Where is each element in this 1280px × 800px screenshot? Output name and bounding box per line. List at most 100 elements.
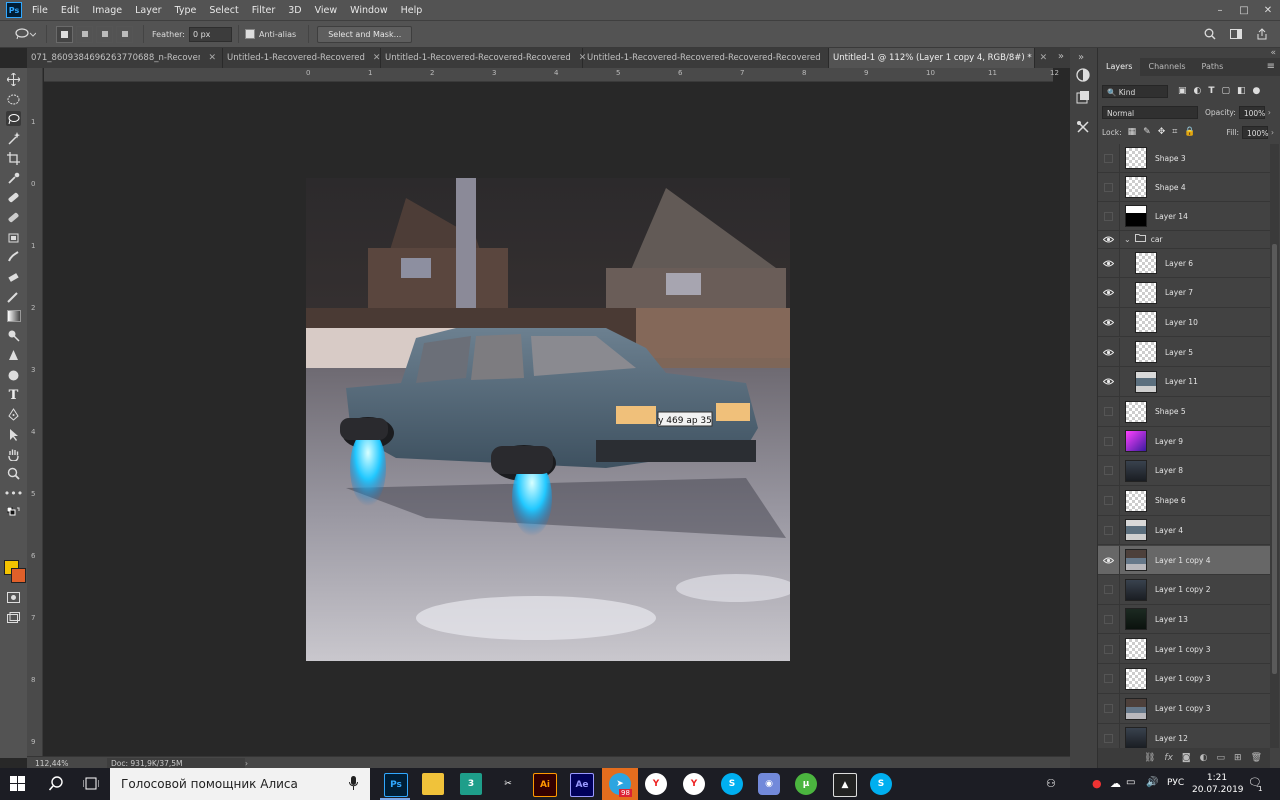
menu-select[interactable]: Select: [209, 5, 238, 16]
panel-collapse-icon[interactable]: «: [1270, 48, 1276, 58]
tab-doc-1[interactable]: 071_8609384696263770688_n-Recovered.jpg ✕: [27, 48, 223, 68]
filter-kind-select[interactable]: 🔍 Kind: [1102, 84, 1168, 98]
tab-paths[interactable]: Paths: [1194, 58, 1232, 76]
pen-tool-icon[interactable]: [6, 407, 21, 422]
taskbar-paint3d-icon[interactable]: ✂: [497, 773, 519, 795]
network-icon[interactable]: ▭: [1126, 777, 1135, 788]
menu-type[interactable]: Type: [175, 5, 197, 16]
menu-image[interactable]: Image: [92, 5, 122, 16]
dock-collapse-icon[interactable]: »: [1078, 52, 1084, 63]
fill-input[interactable]: 100%: [1242, 125, 1268, 139]
more-tools-icon[interactable]: •••: [4, 486, 23, 501]
search-icon[interactable]: [1204, 28, 1216, 40]
visibility-toggle[interactable]: [1098, 201, 1120, 231]
adjustments-icon[interactable]: [1076, 68, 1090, 85]
move-tool-icon[interactable]: [6, 72, 21, 87]
zoom-level[interactable]: 112,44%: [27, 759, 75, 768]
layer-row[interactable]: Layer 10: [1098, 307, 1270, 338]
search-icon[interactable]: [48, 776, 64, 794]
type-tool-icon[interactable]: T: [6, 388, 21, 403]
tab-doc-3[interactable]: Untitled-1-Recovered-Recovered-Recovered…: [381, 48, 586, 68]
filter-adjustment-icon[interactable]: ◐: [1194, 86, 1202, 96]
maximize-button[interactable]: □: [1232, 5, 1256, 16]
path-selection-tool-icon[interactable]: [6, 427, 21, 442]
filter-type-icon[interactable]: T: [1208, 86, 1214, 96]
layer-row[interactable]: Layer 1 copy 3: [1098, 694, 1270, 724]
pencil-tool-icon[interactable]: [6, 289, 21, 304]
menu-layer[interactable]: Layer: [135, 5, 162, 16]
alice-search-box[interactable]: Голосовой помощник Алиса: [110, 768, 370, 800]
visibility-toggle[interactable]: [1098, 397, 1120, 426]
menu-edit[interactable]: Edit: [61, 5, 79, 16]
zoom-tool-icon[interactable]: [6, 466, 21, 481]
tools-presets-icon[interactable]: [1076, 120, 1090, 137]
layer-row[interactable]: Layer 12: [1098, 723, 1270, 748]
feather-input[interactable]: 0 px: [188, 26, 232, 42]
eraser-tool-icon[interactable]: [6, 269, 21, 284]
taskbar-explorer-icon[interactable]: [422, 773, 444, 795]
lasso-tool-icon[interactable]: [6, 111, 21, 126]
eye-icon[interactable]: [1098, 367, 1120, 397]
layer-row[interactable]: Shape 3: [1098, 144, 1270, 173]
tab-doc-4[interactable]: Untitled-1-Recovered-Recovered-Recovered…: [583, 48, 836, 68]
filter-shape-icon[interactable]: ▢: [1222, 86, 1231, 96]
taskbar-skype2-icon[interactable]: S: [870, 773, 892, 795]
windows-start-icon[interactable]: [10, 776, 25, 794]
people-icon[interactable]: ⚇: [1046, 777, 1056, 790]
document-canvas[interactable]: у 469 ар 35: [306, 178, 790, 661]
menu-3d[interactable]: 3D: [288, 5, 301, 16]
tab-doc-active[interactable]: Untitled-1 @ 112% (Layer 1 copy 4, RGB/8…: [829, 48, 1047, 68]
lock-all-icon[interactable]: 🔒: [1184, 127, 1195, 137]
layer-row[interactable]: Shape 6: [1098, 486, 1270, 516]
layer-row[interactable]: Layer 14: [1098, 201, 1270, 231]
language-indicator[interactable]: РУС: [1167, 778, 1184, 788]
select-and-mask-button[interactable]: Select and Mask...: [317, 25, 413, 43]
hand-tool-icon[interactable]: [6, 447, 21, 462]
layer-row[interactable]: Shape 4: [1098, 172, 1270, 202]
filter-toggle-icon[interactable]: ●: [1253, 86, 1261, 96]
menu-view[interactable]: View: [315, 5, 338, 16]
menu-window[interactable]: Window: [350, 5, 387, 16]
lock-position-icon[interactable]: ✥: [1158, 127, 1166, 137]
eye-icon[interactable]: [1098, 337, 1120, 367]
layer-row[interactable]: Layer 5: [1098, 337, 1270, 368]
new-selection-button[interactable]: [56, 25, 73, 43]
layers-scrollbar[interactable]: [1270, 144, 1279, 748]
quick-mask-icon[interactable]: [6, 590, 21, 605]
tab-close-icon[interactable]: ✕: [373, 53, 381, 63]
new-adjustment-icon[interactable]: ◐: [1200, 753, 1208, 763]
status-menu-icon[interactable]: ›: [245, 759, 248, 768]
layer-row[interactable]: Layer 9: [1098, 426, 1270, 457]
tab-doc-2[interactable]: Untitled-1-Recovered-Recovered ✕: [223, 48, 381, 68]
subtract-selection-button[interactable]: [96, 25, 113, 43]
layer-row[interactable]: Layer 1 copy 3: [1098, 634, 1270, 665]
microphone-icon[interactable]: [349, 775, 358, 793]
visibility-toggle[interactable]: [1098, 486, 1120, 516]
menu-filter[interactable]: Filter: [252, 5, 276, 16]
blur-tool-icon[interactable]: [6, 368, 21, 383]
lock-transparent-icon[interactable]: ▦: [1128, 127, 1137, 137]
layer-row[interactable]: Layer 4: [1098, 515, 1270, 546]
opacity-input[interactable]: 100%: [1238, 105, 1265, 119]
layer-row[interactable]: Layer 1 copy 4: [1098, 545, 1270, 575]
add-mask-icon[interactable]: ◙: [1182, 753, 1191, 763]
filter-pixel-icon[interactable]: ▣: [1178, 86, 1187, 96]
default-colors-icon[interactable]: [6, 504, 21, 519]
layer-row[interactable]: Layer 11: [1098, 367, 1270, 397]
new-layer-icon[interactable]: ⊞: [1234, 753, 1242, 763]
taskbar-skype-icon[interactable]: S: [721, 773, 743, 795]
visibility-toggle[interactable]: [1098, 575, 1120, 605]
layer-row[interactable]: Layer 1 copy 3: [1098, 664, 1270, 694]
styles-icon[interactable]: [1076, 90, 1090, 107]
sharpen-tool-icon[interactable]: [6, 348, 21, 363]
taskbar-photoshop-icon[interactable]: Ps: [384, 773, 408, 797]
taskbar-yandex-icon[interactable]: Y: [683, 773, 705, 795]
task-view-icon[interactable]: [82, 776, 100, 794]
layer-row[interactable]: Layer 13: [1098, 604, 1270, 635]
marquee-tool-icon[interactable]: [6, 92, 21, 107]
brush-tool-icon[interactable]: [6, 210, 21, 225]
group-expand-icon[interactable]: ⌄: [1124, 235, 1131, 244]
taskbar-utorrent-icon[interactable]: µ: [795, 773, 817, 795]
layer-row[interactable]: Layer 8: [1098, 456, 1270, 486]
lock-pixels-icon[interactable]: ✎: [1143, 127, 1151, 137]
